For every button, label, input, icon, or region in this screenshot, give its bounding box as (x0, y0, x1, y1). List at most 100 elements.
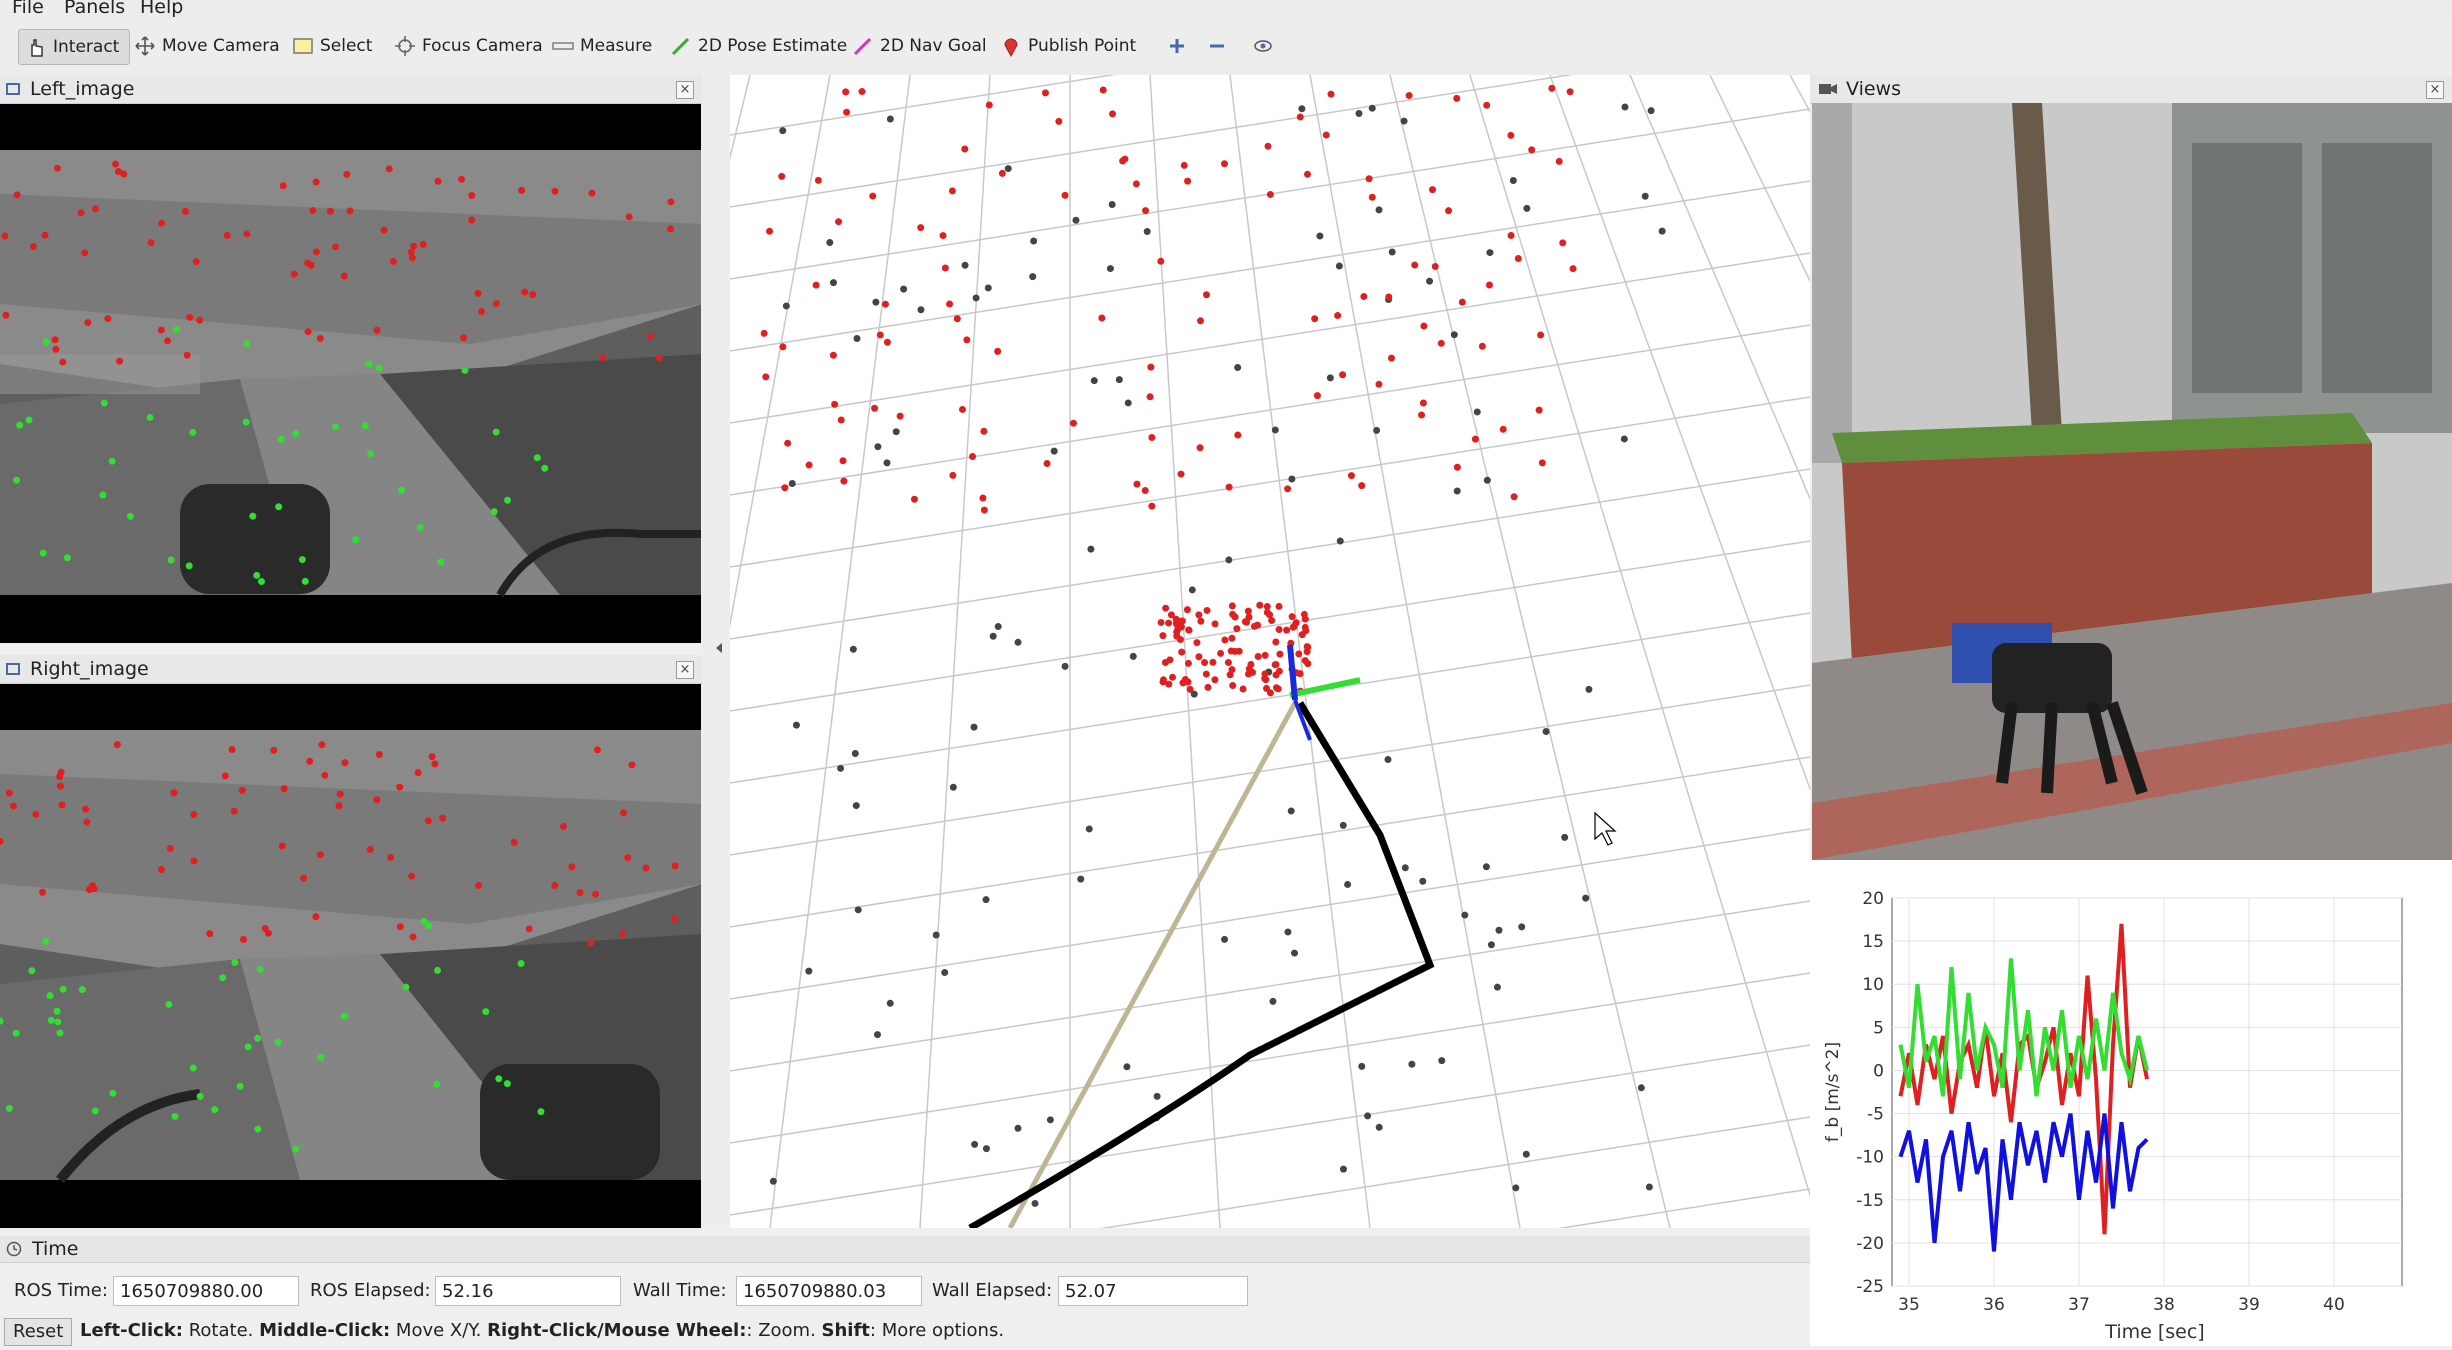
wall-time-field[interactable]: 1650709880.03 (736, 1276, 922, 1306)
map-point (1420, 322, 1428, 330)
feature-point (28, 967, 36, 975)
map-point (1411, 261, 1419, 269)
time-panel-title: Time (32, 1238, 79, 1260)
reset-button[interactable]: Reset (4, 1318, 73, 1346)
ros-elapsed-field[interactable]: 52.16 (435, 1276, 621, 1306)
map-point (1431, 263, 1439, 271)
close-icon[interactable]: × (676, 661, 694, 679)
close-icon[interactable]: × (2426, 81, 2444, 99)
map-point (1184, 659, 1192, 667)
map-point (1087, 545, 1095, 553)
feature-point (317, 1053, 325, 1061)
feature-point (278, 842, 286, 850)
grid-line (730, 972, 1810, 1144)
map-point (1229, 610, 1237, 618)
feature-point (568, 863, 576, 871)
map-point (1509, 176, 1517, 184)
menu-file[interactable]: File (12, 0, 44, 18)
feature-point (312, 913, 320, 921)
y-tick-label: 15 (1862, 932, 1884, 952)
interact-tool-button[interactable]: Interact (18, 29, 131, 65)
feature-point (164, 337, 172, 345)
move-camera-tool-button[interactable]: Move Camera (134, 29, 280, 63)
feature-point (104, 315, 112, 323)
feature-point (332, 243, 340, 251)
map-point (1284, 485, 1292, 493)
feature-point (373, 326, 381, 334)
feature-point (559, 822, 567, 830)
feature-point (292, 1145, 300, 1153)
map-point (961, 145, 969, 153)
feature-point (256, 965, 264, 973)
focus-camera-tool-button[interactable]: Focus Camera (394, 29, 543, 63)
wall-elapsed-field[interactable]: 52.07 (1058, 1276, 1248, 1306)
feature-point (211, 1106, 219, 1114)
close-icon[interactable]: × (676, 81, 694, 99)
menu-panels[interactable]: Panels (64, 0, 125, 18)
feature-point (425, 922, 433, 930)
feature-point (170, 789, 178, 797)
map-point (1041, 89, 1049, 97)
menu-help[interactable]: Help (140, 0, 183, 18)
ros-time-field[interactable]: 1650709880.00 (113, 1276, 299, 1306)
map-point (1426, 277, 1434, 285)
map-point (781, 484, 789, 492)
feature-point (300, 874, 308, 882)
map-point (1167, 611, 1175, 619)
map-point (1201, 658, 1209, 666)
measure-tool-button[interactable]: Measure (552, 29, 652, 63)
pose-estimate-tool-button[interactable]: 2D Pose Estimate (670, 29, 847, 63)
feature-point (57, 768, 65, 776)
camera-type-button[interactable] (1252, 29, 1280, 63)
map-point (1248, 668, 1256, 676)
feature-point (361, 422, 369, 430)
feature-point (157, 326, 165, 334)
feature-point (192, 258, 200, 266)
map-point (939, 232, 947, 240)
feature-point (492, 300, 500, 308)
feature-point (157, 866, 165, 874)
feature-point (474, 289, 482, 297)
panel-splitter[interactable] (702, 75, 730, 1228)
grid-line (1309, 75, 1521, 1228)
feature-point (238, 786, 246, 794)
select-tool-button[interactable]: Select (292, 29, 372, 63)
feature-point (624, 854, 632, 862)
feature-point (620, 809, 628, 817)
grid-line (1549, 75, 1810, 791)
map-point (1566, 88, 1574, 96)
map-point (1287, 807, 1295, 815)
feature-point (321, 771, 329, 779)
feature-point (619, 930, 627, 938)
minus-icon (1210, 44, 1224, 48)
feature-point (5, 789, 13, 797)
feature-point (254, 1125, 262, 1133)
map-point (778, 172, 786, 180)
feature-point (408, 254, 416, 262)
map-point (779, 127, 787, 135)
grid-line (769, 75, 911, 1228)
nav-goal-tool-button[interactable]: 2D Nav Goal (852, 29, 987, 63)
map-point (1133, 480, 1141, 488)
remove-tool-button[interactable] (1206, 29, 1234, 63)
map-point (1507, 231, 1515, 239)
feature-point (16, 421, 24, 429)
grid-line (730, 396, 1810, 568)
right-camera-image (0, 684, 701, 1228)
rviz-3d-view[interactable] (730, 75, 1810, 1228)
publish-point-tool-button[interactable]: Publish Point (1000, 29, 1136, 63)
map-point (969, 453, 977, 461)
add-tool-button[interactable] (1166, 29, 1194, 63)
map-point (1029, 273, 1037, 281)
feature-point (190, 811, 198, 819)
map-point (1507, 131, 1515, 139)
map-point (1482, 863, 1490, 871)
menu-bar: File Panels Help (0, 0, 2452, 18)
y-tick-label: -5 (1867, 1105, 1884, 1125)
shift-desc: : More options. (869, 1320, 1005, 1341)
feature-point (343, 170, 351, 178)
map-point (1185, 626, 1193, 634)
map-point (1555, 157, 1563, 165)
map-point (1358, 1062, 1366, 1070)
map-point (1450, 331, 1458, 339)
